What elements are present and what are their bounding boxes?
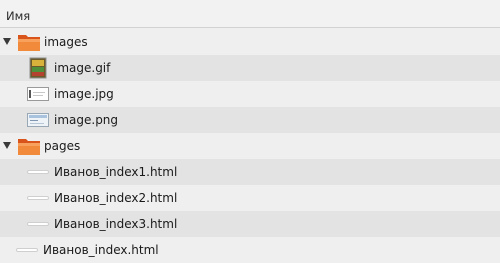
file-label: Иванов_index3.html xyxy=(54,217,178,231)
folder-label: images xyxy=(44,35,88,49)
png-thumbnail-icon xyxy=(27,113,49,127)
folder-label: pages xyxy=(44,139,81,153)
column-header-name: Имя xyxy=(6,9,31,23)
tree-row-folder-images[interactable]: images xyxy=(0,29,500,55)
tree-row-file-jpg[interactable]: image.jpg xyxy=(0,81,500,107)
html-file-icon xyxy=(27,222,49,226)
file-label: image.png xyxy=(54,113,119,127)
folder-icon xyxy=(18,35,40,51)
tree-row-folder-pages[interactable]: pages xyxy=(0,133,500,159)
expand-arrow-icon[interactable] xyxy=(3,38,11,45)
tree-row-file-html[interactable]: Иванов_index1.html xyxy=(0,159,500,185)
folder-icon xyxy=(18,139,40,155)
html-file-icon xyxy=(27,170,49,174)
tree-row-file-png[interactable]: image.png xyxy=(0,107,500,133)
file-label: image.gif xyxy=(54,61,111,75)
file-tree: Имя images image.gif image.jpg image.png… xyxy=(0,0,500,263)
gif-thumbnail-icon xyxy=(29,57,47,79)
column-header[interactable]: Имя xyxy=(0,0,500,28)
html-file-icon xyxy=(27,196,49,200)
tree-row-file-html[interactable]: Иванов_index3.html xyxy=(0,211,500,237)
file-label: Иванов_index2.html xyxy=(54,191,178,205)
file-label: image.jpg xyxy=(54,87,114,101)
expand-arrow-icon[interactable] xyxy=(3,142,11,149)
tree-row-file-gif[interactable]: image.gif xyxy=(0,55,500,81)
jpg-thumbnail-icon xyxy=(27,87,49,101)
html-file-icon xyxy=(16,248,38,252)
file-label: Иванов_index1.html xyxy=(54,165,178,179)
file-label: Иванов_index.html xyxy=(43,243,159,257)
tree-row-file-html[interactable]: Иванов_index2.html xyxy=(0,185,500,211)
tree-row-file-html[interactable]: Иванов_index.html xyxy=(0,237,500,263)
